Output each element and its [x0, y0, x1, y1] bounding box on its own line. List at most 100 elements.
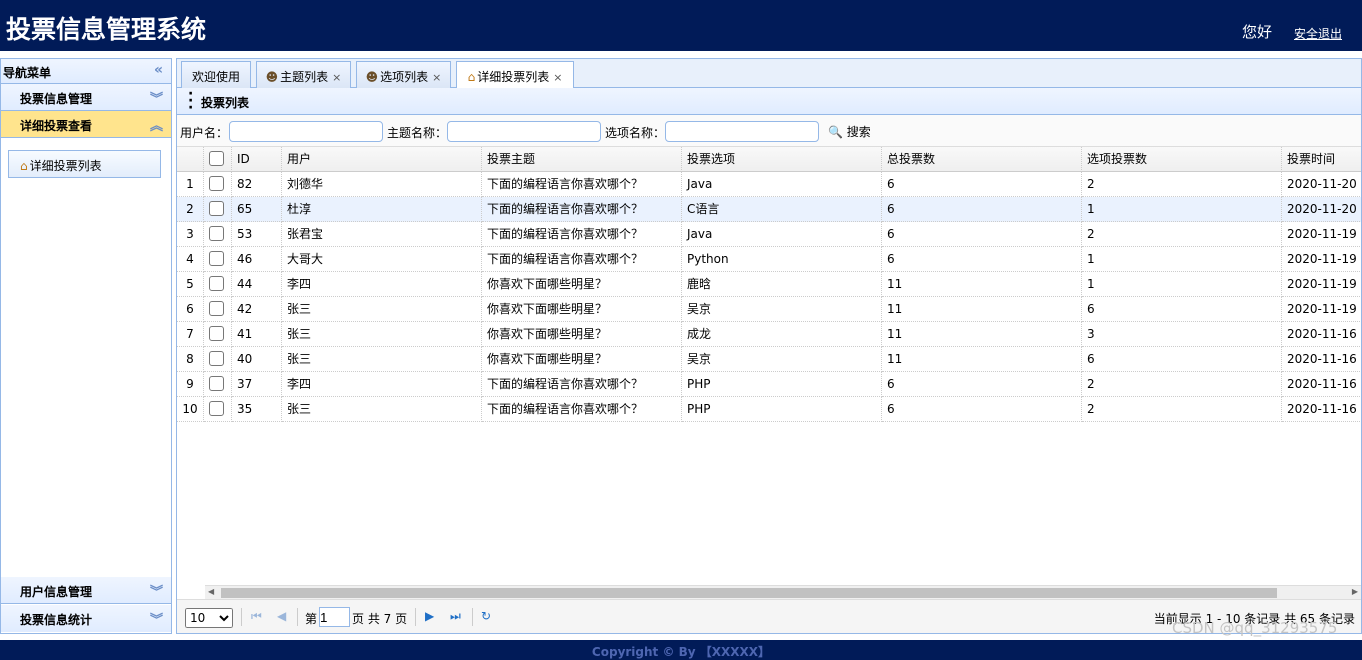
option-cell: 成龙 [682, 322, 882, 347]
option-votes-cell: 6 [1082, 297, 1282, 322]
row-number-cell: 5 [177, 272, 204, 297]
close-icon[interactable]: × [332, 71, 341, 84]
table-row[interactable]: 4 46 大哥大 下面的编程语言你喜欢哪个？ Python 6 1 2020-11-19 [177, 247, 1361, 272]
tab-label: 选项列表 [380, 70, 429, 84]
row-checkbox-cell[interactable] [204, 197, 232, 222]
table-row[interactable]: 10 35 张三 下面的编程语言你喜欢哪个？ PHP 6 2 2020-11-16 [177, 397, 1361, 422]
prev-page-icon[interactable]: ◀ [277, 609, 286, 623]
sidebar-link-vote-list[interactable]: ⌂ 详细投票列表 [8, 150, 161, 178]
page-number-input[interactable] [319, 607, 350, 627]
row-number-header [177, 147, 204, 172]
row-checkbox[interactable] [209, 176, 224, 191]
page-size-select[interactable]: 10 [185, 608, 233, 628]
column-header[interactable]: 选项投票数 [1082, 147, 1282, 172]
username-input[interactable] [229, 121, 383, 142]
refresh-icon[interactable]: ↻ [481, 609, 491, 623]
last-page-icon[interactable]: ⏭ [450, 609, 461, 624]
column-header[interactable]: 投票选项 [682, 147, 882, 172]
chevron-up-double-icon[interactable]: ︽ [150, 115, 163, 134]
row-checkbox[interactable] [209, 226, 224, 241]
row-number-cell: 2 [177, 197, 204, 222]
row-checkbox-cell[interactable] [204, 397, 232, 422]
column-header[interactable]: 投票主题 [482, 147, 682, 172]
id-cell: 35 [232, 397, 282, 422]
search-button[interactable]: 🔍 搜索 [828, 123, 871, 140]
user-cell: 刘德华 [282, 172, 482, 197]
table-row[interactable]: 8 40 张三 你喜欢下面哪些明星？ 吴京 11 6 2020-11-16 [177, 347, 1361, 372]
vote-time-cell: 2020-11-20 [1282, 172, 1361, 197]
row-checkbox-cell[interactable] [204, 222, 232, 247]
row-checkbox-cell[interactable] [204, 247, 232, 272]
column-header[interactable]: 用户 [282, 147, 482, 172]
column-header[interactable]: 投票时间 [1282, 147, 1361, 172]
table-row[interactable]: 5 44 李四 你喜欢下面哪些明星？ 鹿晗 11 1 2020-11-19 [177, 272, 1361, 297]
table-row[interactable]: 3 53 张君宝 下面的编程语言你喜欢哪个？ Java 6 2 2020-11-19 [177, 222, 1361, 247]
id-cell: 40 [232, 347, 282, 372]
next-page-icon[interactable]: ▶ [425, 609, 434, 623]
column-header[interactable]: ID [232, 147, 282, 172]
table-row[interactable]: 7 41 张三 你喜欢下面哪些明星？ 成龙 11 3 2020-11-16 [177, 322, 1361, 347]
chevron-down-double-icon[interactable]: ︾ [150, 609, 163, 628]
pager-separator [415, 608, 416, 626]
id-cell: 82 [232, 172, 282, 197]
total-votes-cell: 6 [882, 222, 1082, 247]
tab-welcome[interactable]: 欢迎使用 [181, 61, 251, 88]
select-all-checkbox[interactable] [209, 151, 224, 166]
data-grid: ID 用户 投票主题 投票选项 总投票数 选项投票数 投票时间 1 82 刘德华 下面… [177, 147, 1361, 585]
row-number-cell: 7 [177, 322, 204, 347]
pager-separator [472, 608, 473, 626]
row-checkbox[interactable] [209, 376, 224, 391]
tab-option-list[interactable]: ☻ 选项列表 × [356, 61, 451, 88]
accordion-user-info[interactable]: 用户信息管理 ︾ [1, 577, 171, 604]
row-checkbox[interactable] [209, 251, 224, 266]
scroll-right-icon[interactable]: ▶ [1352, 587, 1358, 596]
option-input[interactable] [665, 121, 819, 142]
table-row[interactable]: 1 82 刘德华 下面的编程语言你喜欢哪个？ Java 6 2 2020-11-20 [177, 172, 1361, 197]
table-row[interactable]: 2 65 杜淳 下面的编程语言你喜欢哪个？ C语言 6 1 2020-11-20 [177, 197, 1361, 222]
row-checkbox[interactable] [209, 326, 224, 341]
tab-vote-detail-list[interactable]: ⌂ 详细投票列表 × [456, 61, 574, 89]
table-row[interactable]: 9 37 李四 下面的编程语言你喜欢哪个？ PHP 6 2 2020-11-16 [177, 372, 1361, 397]
tab-label: 主题列表 [280, 70, 329, 84]
accordion-vote-info[interactable]: 投票信息管理 ︾ [1, 84, 171, 111]
option-cell: C语言 [682, 197, 882, 222]
row-checkbox-cell[interactable] [204, 272, 232, 297]
horizontal-scrollbar[interactable]: ◀ ▶ [205, 585, 1361, 599]
row-checkbox[interactable] [209, 276, 224, 291]
chevron-down-double-icon[interactable]: ︾ [150, 88, 163, 107]
home-icon: ⌂ [467, 70, 476, 84]
scrollbar-thumb[interactable] [221, 588, 1277, 598]
column-header[interactable]: 总投票数 [882, 147, 1082, 172]
row-checkbox[interactable] [209, 401, 224, 416]
chevron-down-double-icon[interactable]: ︾ [150, 581, 163, 600]
row-checkbox-cell[interactable] [204, 347, 232, 372]
option-cell: Java [682, 222, 882, 247]
vote-time-cell: 2020-11-16 [1282, 322, 1361, 347]
first-page-icon[interactable]: ⏮ [251, 609, 262, 624]
subject-label: 主题名称： [387, 126, 448, 140]
logout-link[interactable]: 安全退出 [1294, 25, 1342, 42]
row-checkbox[interactable] [209, 201, 224, 216]
row-checkbox-cell[interactable] [204, 172, 232, 197]
scroll-left-icon[interactable]: ◀ [208, 587, 214, 596]
row-checkbox[interactable] [209, 301, 224, 316]
sidebar: 导航菜单 « 投票信息管理 ︾ 详细投票查看 ︽ ⌂ 详细投票列表 用户信息管理 … [0, 58, 172, 634]
close-icon[interactable]: × [432, 71, 441, 84]
close-icon[interactable]: × [553, 71, 562, 84]
row-checkbox-cell[interactable] [204, 297, 232, 322]
user-cell: 张三 [282, 397, 482, 422]
accordion-vote-stats[interactable]: 投票信息统计 ︾ [1, 605, 171, 632]
tab-subject-list[interactable]: ☻ 主题列表 × [256, 61, 351, 88]
subject-input[interactable] [447, 121, 601, 142]
user-cell: 张三 [282, 297, 482, 322]
table-row[interactable]: 6 42 张三 你喜欢下面哪些明星？ 吴京 11 6 2020-11-19 [177, 297, 1361, 322]
select-all-checkbox-cell[interactable] [204, 147, 232, 172]
row-checkbox[interactable] [209, 351, 224, 366]
row-checkbox-cell[interactable] [204, 372, 232, 397]
collapse-left-icon[interactable]: « [154, 62, 163, 78]
subject-cell: 下面的编程语言你喜欢哪个？ [482, 372, 682, 397]
accordion-label: 投票信息管理 [20, 92, 93, 106]
accordion-vote-detail[interactable]: 详细投票查看 ︽ [1, 111, 171, 138]
row-checkbox-cell[interactable] [204, 322, 232, 347]
option-cell: 鹿晗 [682, 272, 882, 297]
